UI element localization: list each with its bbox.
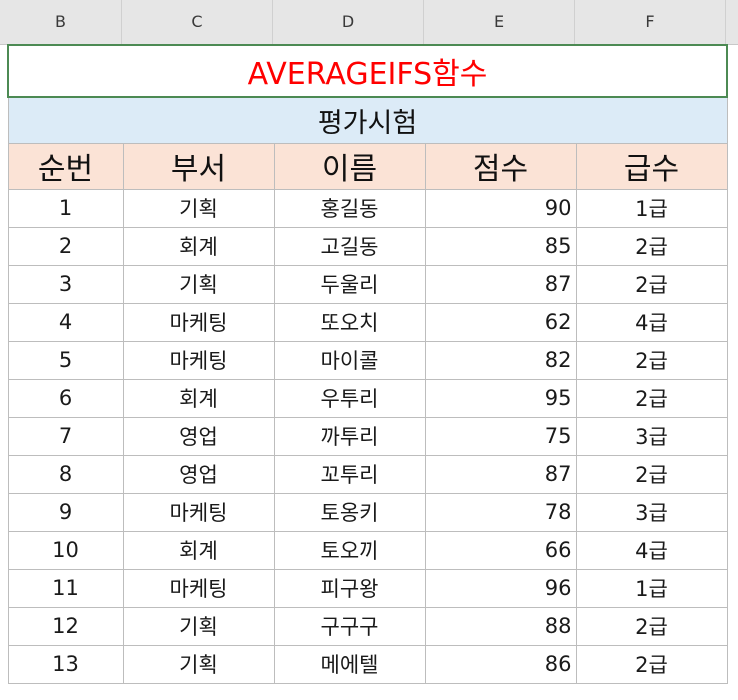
cell-department[interactable]: 회계 bbox=[122, 378, 275, 418]
cell-score[interactable]: 90 bbox=[424, 188, 577, 228]
cell-department[interactable]: 회계 bbox=[122, 530, 275, 570]
cell-number[interactable]: 6 bbox=[7, 378, 124, 418]
cell-score[interactable]: 88 bbox=[424, 606, 577, 646]
cell-department[interactable]: 기획 bbox=[122, 188, 275, 228]
cell-number[interactable]: 13 bbox=[7, 644, 124, 684]
cell-grade[interactable]: 4급 bbox=[575, 530, 728, 570]
cell-name[interactable]: 두울리 bbox=[273, 264, 426, 304]
cell-name[interactable]: 메에텔 bbox=[273, 644, 426, 684]
cell-score[interactable]: 87 bbox=[424, 454, 577, 494]
cell-grade[interactable]: 3급 bbox=[575, 416, 728, 456]
cell-number[interactable]: 11 bbox=[7, 568, 124, 608]
table-row: 10 회계 토오끼 66 4급 bbox=[7, 530, 728, 570]
cell-grade[interactable]: 2급 bbox=[575, 340, 728, 380]
table-row: 12 기획 구구구 88 2급 bbox=[7, 606, 728, 646]
cell-score[interactable]: 86 bbox=[424, 644, 577, 684]
cell-grade[interactable]: 3급 bbox=[575, 492, 728, 532]
cell-name[interactable]: 토옹키 bbox=[273, 492, 426, 532]
cell-number[interactable]: 7 bbox=[7, 416, 124, 456]
table-row: 7 영업 까투리 75 3급 bbox=[7, 416, 728, 456]
table-row: 11 마케팅 피구왕 96 1급 bbox=[7, 568, 728, 608]
cell-number[interactable]: 5 bbox=[7, 340, 124, 380]
cell-number[interactable]: 1 bbox=[7, 188, 124, 228]
cell-number[interactable]: 12 bbox=[7, 606, 124, 646]
cell-department[interactable]: 기획 bbox=[122, 264, 275, 304]
table-row: 1 기획 홍길동 90 1급 bbox=[7, 188, 728, 228]
table-row: 3 기획 두울리 87 2급 bbox=[7, 264, 728, 304]
cell-name[interactable]: 마이콜 bbox=[273, 340, 426, 380]
header-row: 순번 부서 이름 점수 급수 bbox=[7, 142, 728, 190]
cell-department[interactable]: 기획 bbox=[122, 606, 275, 646]
cell-grade[interactable]: 2급 bbox=[575, 644, 728, 684]
cell-score[interactable]: 78 bbox=[424, 492, 577, 532]
cell-number[interactable]: 4 bbox=[7, 302, 124, 342]
column-header-e[interactable]: E bbox=[424, 0, 575, 44]
column-header-d[interactable]: D bbox=[273, 0, 424, 44]
header-cell-grade[interactable]: 급수 bbox=[575, 142, 728, 190]
spreadsheet-grid: AVERAGEIFS함수 평가시험 순번 부서 이름 점수 급수 1 기획 홍길동 9… bbox=[7, 44, 728, 684]
table-row: 5 마케팅 마이콜 82 2급 bbox=[7, 340, 728, 380]
header-cell-score[interactable]: 점수 bbox=[424, 142, 577, 190]
subtitle-row: 평가시험 bbox=[7, 96, 728, 144]
cell-score[interactable]: 96 bbox=[424, 568, 577, 608]
header-cell-department[interactable]: 부서 bbox=[122, 142, 275, 190]
cell-department[interactable]: 마케팅 bbox=[122, 492, 275, 532]
cell-grade[interactable]: 1급 bbox=[575, 568, 728, 608]
cell-number[interactable]: 3 bbox=[7, 264, 124, 304]
cell-score[interactable]: 62 bbox=[424, 302, 577, 342]
cell-name[interactable]: 꼬투리 bbox=[273, 454, 426, 494]
column-header-b[interactable]: B bbox=[0, 0, 122, 44]
sheet-subtitle-cell[interactable]: 평가시험 bbox=[7, 96, 728, 144]
cell-name[interactable]: 까투리 bbox=[273, 416, 426, 456]
cell-score[interactable]: 75 bbox=[424, 416, 577, 456]
table-row: 6 회계 우투리 95 2급 bbox=[7, 378, 728, 418]
cell-name[interactable]: 또오치 bbox=[273, 302, 426, 342]
title-row: AVERAGEIFS함수 bbox=[7, 44, 728, 98]
cell-name[interactable]: 토오끼 bbox=[273, 530, 426, 570]
table-row: 9 마케팅 토옹키 78 3급 bbox=[7, 492, 728, 532]
cell-department[interactable]: 마케팅 bbox=[122, 302, 275, 342]
cell-department[interactable]: 기획 bbox=[122, 644, 275, 684]
cell-number[interactable]: 10 bbox=[7, 530, 124, 570]
cell-name[interactable]: 피구왕 bbox=[273, 568, 426, 608]
column-header-f[interactable]: F bbox=[575, 0, 726, 44]
cell-name[interactable]: 고길동 bbox=[273, 226, 426, 266]
column-header-c[interactable]: C bbox=[122, 0, 273, 44]
cell-department[interactable]: 영업 bbox=[122, 454, 275, 494]
header-cell-number[interactable]: 순번 bbox=[7, 142, 124, 190]
cell-department[interactable]: 마케팅 bbox=[122, 340, 275, 380]
sheet-title-cell[interactable]: AVERAGEIFS함수 bbox=[7, 44, 728, 98]
table-row: 8 영업 꼬투리 87 2급 bbox=[7, 454, 728, 494]
cell-grade[interactable]: 1급 bbox=[575, 188, 728, 228]
header-cell-name[interactable]: 이름 bbox=[273, 142, 426, 190]
cell-department[interactable]: 마케팅 bbox=[122, 568, 275, 608]
cell-department[interactable]: 영업 bbox=[122, 416, 275, 456]
cell-name[interactable]: 우투리 bbox=[273, 378, 426, 418]
table-row: 4 마케팅 또오치 62 4급 bbox=[7, 302, 728, 342]
cell-department[interactable]: 회계 bbox=[122, 226, 275, 266]
cell-name[interactable]: 홍길동 bbox=[273, 188, 426, 228]
cell-number[interactable]: 8 bbox=[7, 454, 124, 494]
table-row: 2 회계 고길동 85 2급 bbox=[7, 226, 728, 266]
cell-score[interactable]: 87 bbox=[424, 264, 577, 304]
cell-score[interactable]: 95 bbox=[424, 378, 577, 418]
cell-grade[interactable]: 2급 bbox=[575, 378, 728, 418]
cell-name[interactable]: 구구구 bbox=[273, 606, 426, 646]
cell-grade[interactable]: 2급 bbox=[575, 226, 728, 266]
cell-grade[interactable]: 2급 bbox=[575, 606, 728, 646]
cell-score[interactable]: 82 bbox=[424, 340, 577, 380]
table-row: 13 기획 메에텔 86 2급 bbox=[7, 644, 728, 684]
cell-number[interactable]: 9 bbox=[7, 492, 124, 532]
cell-score[interactable]: 85 bbox=[424, 226, 577, 266]
cell-grade[interactable]: 2급 bbox=[575, 264, 728, 304]
cell-grade[interactable]: 2급 bbox=[575, 454, 728, 494]
cell-score[interactable]: 66 bbox=[424, 530, 577, 570]
column-header-bar: B C D E F bbox=[0, 0, 738, 45]
cell-grade[interactable]: 4급 bbox=[575, 302, 728, 342]
cell-number[interactable]: 2 bbox=[7, 226, 124, 266]
